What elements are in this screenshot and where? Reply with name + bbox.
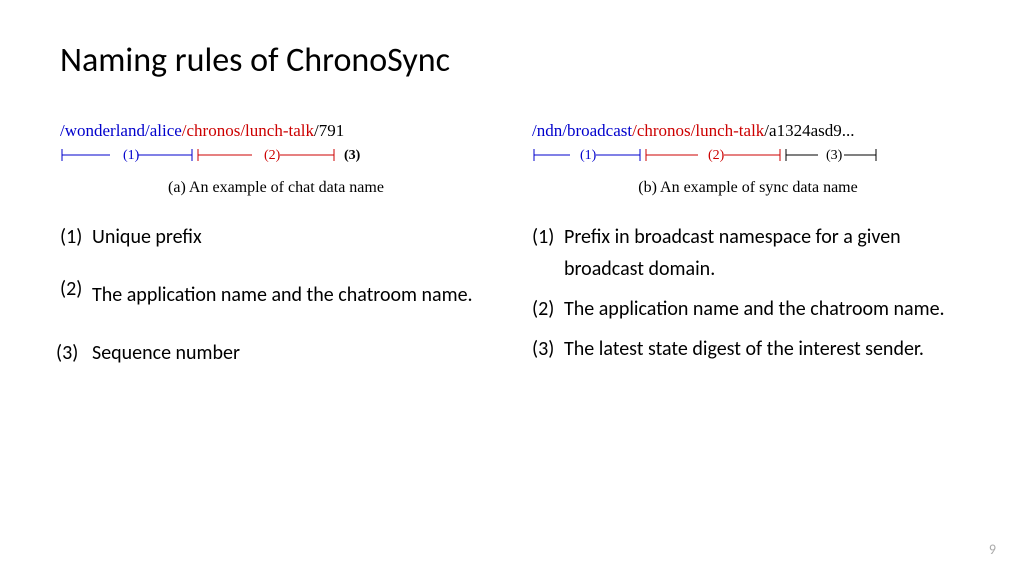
sync-name-string: /ndn/broadcast/chronos/lunch-talk/a1324a… xyxy=(532,121,964,141)
svg-text:(3): (3) xyxy=(344,148,361,163)
seg1: /wonderland/alice xyxy=(60,121,182,140)
chat-name-ranges: (1) (2) (3) xyxy=(60,145,370,167)
list-text: The application name and the chatroom na… xyxy=(92,273,492,317)
list-num: (2) xyxy=(532,293,564,325)
list-item: (2) The application name and the chatroo… xyxy=(532,293,964,325)
chat-name-diagram: /wonderland/alice/chronos/lunch-talk/791… xyxy=(60,121,492,167)
svg-text:(1): (1) xyxy=(123,148,140,163)
list-num: (2) xyxy=(60,273,92,317)
svg-text:(2): (2) xyxy=(264,148,281,163)
seg3: 791 xyxy=(319,121,345,140)
list-item: (3) The latest state digest of the inter… xyxy=(532,333,964,365)
list-item: (2) The application name and the chatroo… xyxy=(60,273,492,317)
list-text: The application name and the chatroom na… xyxy=(564,293,964,325)
list-num: (1) xyxy=(532,221,564,285)
right-column: /ndn/broadcast/chronos/lunch-talk/a1324a… xyxy=(532,121,964,389)
list-num: (3) xyxy=(56,337,92,369)
right-list: (1) Prefix in broadcast namespace for a … xyxy=(532,221,964,365)
svg-text:(2): (2) xyxy=(708,148,725,163)
list-text: Prefix in broadcast namespace for a give… xyxy=(564,221,964,285)
chat-name-string: /wonderland/alice/chronos/lunch-talk/791 xyxy=(60,121,492,141)
columns: /wonderland/alice/chronos/lunch-talk/791… xyxy=(60,121,964,389)
sync-name-ranges: (1) (2) (3) xyxy=(532,145,892,167)
chat-caption: (a) An example of chat data name xyxy=(60,179,492,197)
list-item: (3) Sequence number xyxy=(56,337,492,369)
left-list: (1) Unique prefix (2) The application na… xyxy=(60,221,492,369)
slide-title: Naming rules of ChronoSync xyxy=(60,40,964,81)
left-column: /wonderland/alice/chronos/lunch-talk/791… xyxy=(60,121,492,389)
svg-text:(3): (3) xyxy=(826,148,843,163)
list-num: (1) xyxy=(60,221,92,253)
list-item: (1) Prefix in broadcast namespace for a … xyxy=(532,221,964,285)
list-text: Unique prefix xyxy=(92,221,492,253)
sync-name-diagram: /ndn/broadcast/chronos/lunch-talk/a1324a… xyxy=(532,121,964,167)
seg1: /ndn/broadcast xyxy=(532,121,632,140)
seg3: a1324asd9... xyxy=(769,121,854,140)
svg-text:(1): (1) xyxy=(580,148,597,163)
page-number: 9 xyxy=(989,541,996,558)
list-text: The latest state digest of the interest … xyxy=(564,333,964,365)
sync-caption: (b) An example of sync data name xyxy=(532,179,964,197)
seg2: chronos/lunch-talk xyxy=(187,121,314,140)
seg2: chronos/lunch-talk xyxy=(637,121,764,140)
list-num: (3) xyxy=(532,333,564,365)
list-item: (1) Unique prefix xyxy=(60,221,492,253)
list-text: Sequence number xyxy=(92,337,492,369)
